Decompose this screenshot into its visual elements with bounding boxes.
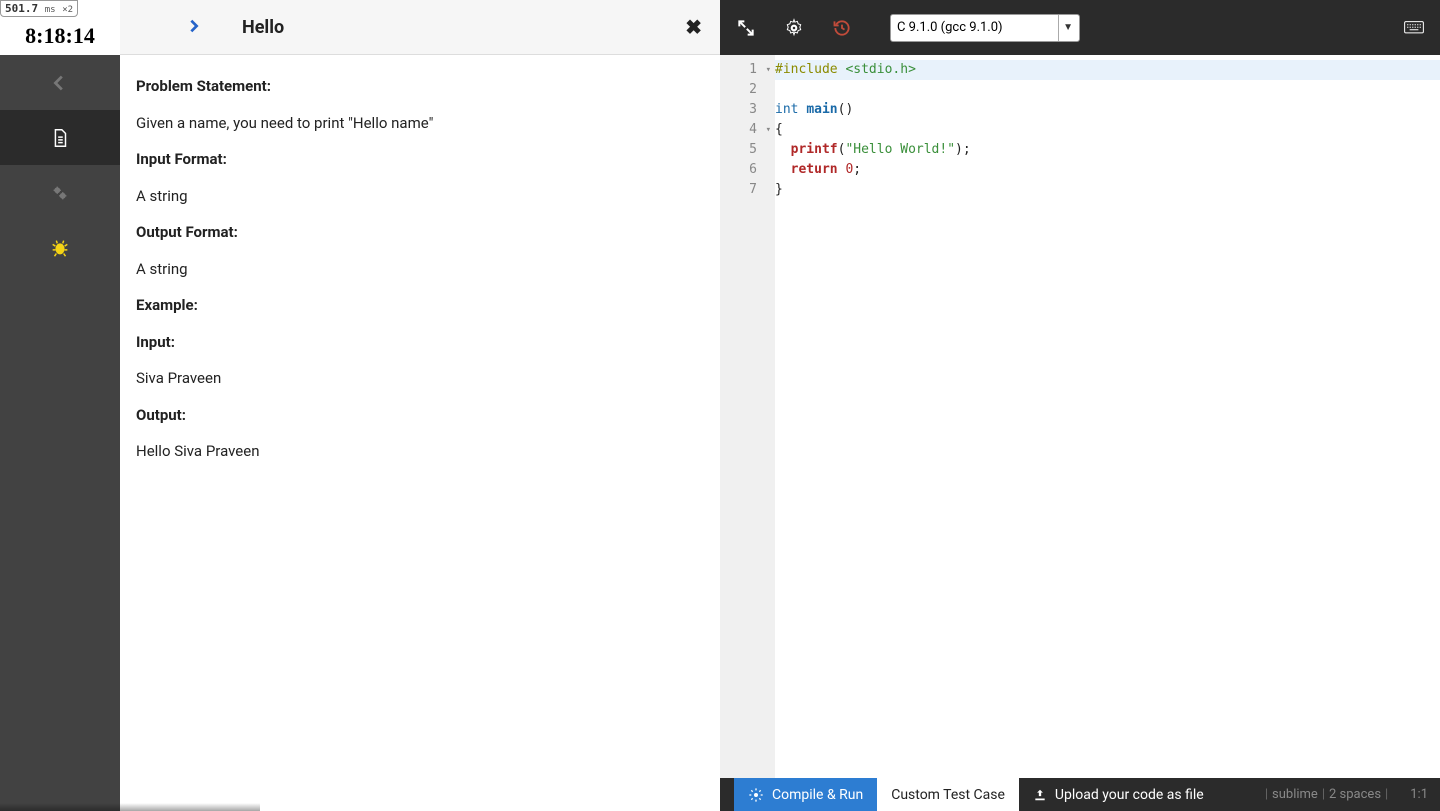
settings-tab[interactable] <box>0 165 120 220</box>
token <box>775 162 791 177</box>
compile-run-label: Compile & Run <box>772 787 863 803</box>
debug-tab[interactable] <box>0 220 120 275</box>
perf-ms: 501.7 <box>5 2 38 15</box>
code-content[interactable]: #include <stdio.h> int main() { printf("… <box>775 55 1440 778</box>
example-input: Siva Praveen <box>136 367 704 390</box>
token <box>775 142 791 157</box>
chevron-right-icon[interactable] <box>186 15 202 40</box>
custom-test-button[interactable]: Custom Test Case <box>877 778 1019 811</box>
perf-badge: 501.7 ms ×2 <box>0 0 78 17</box>
gear-icon <box>748 787 764 803</box>
token: "Hello World!" <box>845 142 955 157</box>
fullscreen-icon[interactable] <box>736 18 756 38</box>
gear-icon[interactable] <box>784 18 804 38</box>
label-output: Output: <box>136 404 704 427</box>
line-number[interactable]: 4 <box>720 120 775 140</box>
problem-title: Hello <box>242 17 284 38</box>
upload-icon <box>1033 788 1047 802</box>
label-input-format: Input Format: <box>136 148 704 171</box>
close-icon[interactable]: ✖ <box>685 15 702 39</box>
token: () <box>838 102 854 117</box>
language-select[interactable]: C 9.1.0 (gcc 9.1.0) ▼ <box>890 14 1080 42</box>
perf-unit: ms <box>45 5 56 15</box>
cursor-position: 1:1 <box>1410 787 1428 802</box>
code-line[interactable]: int main() <box>775 100 1440 120</box>
code-line[interactable]: { <box>775 120 1440 140</box>
perf-mult: ×2 <box>62 5 73 15</box>
label-example: Example: <box>136 294 704 317</box>
custom-test-label: Custom Test Case <box>891 787 1005 803</box>
editor-footer: Compile & Run Custom Test Case Upload yo… <box>720 778 1440 811</box>
problem-pane: Hello ✖ Problem Statement: Given a name,… <box>120 0 720 811</box>
statement-text: Given a name, you need to print "Hello n… <box>136 112 704 135</box>
back-button[interactable] <box>0 55 120 110</box>
input-format-text: A string <box>136 185 704 208</box>
upload-button[interactable]: Upload your code as file <box>1019 778 1218 811</box>
line-number[interactable]: 1 <box>720 60 775 80</box>
code-line[interactable]: #include <stdio.h> <box>775 60 1440 80</box>
label-output-format: Output Format: <box>136 221 704 244</box>
code-editor[interactable]: 1 2 3 4 5 6 7 #include <stdio.h> int mai… <box>720 55 1440 778</box>
problem-tab[interactable] <box>0 110 120 165</box>
upload-label: Upload your code as file <box>1055 787 1204 803</box>
editor-toolbar: C 9.1.0 (gcc 9.1.0) ▼ <box>720 0 1440 55</box>
problem-body: Problem Statement: Given a name, you nee… <box>120 55 720 497</box>
token: main <box>806 102 837 117</box>
compile-run-button[interactable]: Compile & Run <box>734 778 877 811</box>
editor-status: | sublime | 2 spaces | 1:1 <box>1265 778 1440 811</box>
status-indent[interactable]: 2 spaces <box>1329 787 1381 802</box>
line-number[interactable]: 6 <box>720 160 775 180</box>
problem-header: Hello ✖ <box>120 0 720 55</box>
token: { <box>775 122 783 137</box>
gutter: 1 2 3 4 5 6 7 <box>720 55 775 778</box>
token: ; <box>853 162 861 177</box>
bottom-shadow <box>0 803 260 811</box>
label-input: Input: <box>136 331 704 354</box>
code-line[interactable] <box>775 80 1440 100</box>
line-number[interactable]: 5 <box>720 140 775 160</box>
language-value: C 9.1.0 (gcc 9.1.0) <box>897 20 1003 35</box>
output-format-text: A string <box>136 258 704 281</box>
code-line[interactable]: return 0; <box>775 160 1440 180</box>
line-number[interactable]: 2 <box>720 80 775 100</box>
code-line[interactable]: printf("Hello World!"); <box>775 140 1440 160</box>
token: return <box>791 162 846 177</box>
line-number[interactable]: 7 <box>720 180 775 200</box>
token: #include <box>775 62 845 77</box>
token: } <box>775 182 783 197</box>
line-number[interactable]: 3 <box>720 100 775 120</box>
token: printf <box>791 142 838 157</box>
code-line[interactable]: } <box>775 180 1440 200</box>
example-output: Hello Siva Praveen <box>136 440 704 463</box>
history-icon[interactable] <box>832 18 852 38</box>
chevron-down-icon: ▼ <box>1058 15 1073 41</box>
editor-pane: C 9.1.0 (gcc 9.1.0) ▼ 1 2 3 4 5 6 7 #inc… <box>720 0 1440 811</box>
token: ); <box>955 142 971 157</box>
left-rail: 8:18:14 <box>0 0 120 811</box>
token: int <box>775 102 806 117</box>
label-statement: Problem Statement: <box>136 75 704 98</box>
token: <stdio.h> <box>845 62 915 77</box>
keyboard-icon[interactable] <box>1404 18 1424 38</box>
status-mode[interactable]: sublime <box>1272 787 1318 802</box>
